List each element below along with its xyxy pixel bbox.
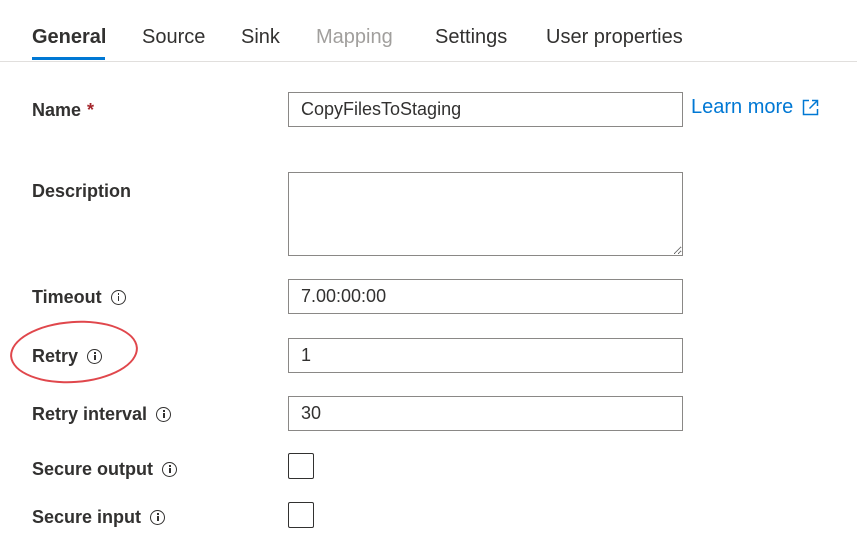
timeout-label-text: Timeout bbox=[32, 287, 102, 307]
name-input[interactable] bbox=[288, 92, 683, 127]
retry-interval-label: Retry interval bbox=[32, 402, 172, 426]
timeout-label: Timeout bbox=[32, 285, 126, 309]
name-label: Name * bbox=[32, 98, 94, 122]
name-label-text: Name bbox=[32, 100, 82, 120]
description-textarea[interactable] bbox=[288, 172, 683, 256]
required-marker: * bbox=[87, 100, 95, 120]
retry-label-text: Retry bbox=[32, 346, 79, 366]
active-tab-indicator bbox=[32, 57, 105, 60]
description-label-text: Description bbox=[32, 181, 132, 201]
tab-bar: General Source Sink Mapping Settings Use… bbox=[0, 0, 857, 62]
tab-mapping: Mapping bbox=[316, 26, 393, 48]
retry-interval-input[interactable] bbox=[288, 396, 683, 431]
info-icon[interactable] bbox=[162, 461, 178, 477]
info-icon[interactable] bbox=[150, 509, 166, 525]
tab-source[interactable]: Source bbox=[142, 24, 205, 50]
secure-output-checkbox[interactable] bbox=[288, 453, 314, 479]
secure-input-label-text: Secure input bbox=[32, 507, 142, 527]
external-link-icon bbox=[803, 99, 819, 115]
info-icon[interactable] bbox=[110, 289, 126, 305]
description-label: Description bbox=[32, 179, 131, 203]
learn-more-label: Learn more bbox=[691, 96, 794, 118]
retry-input[interactable] bbox=[288, 338, 683, 373]
info-icon[interactable] bbox=[156, 406, 172, 422]
secure-output-label-text: Secure output bbox=[32, 459, 154, 479]
tab-general[interactable]: General bbox=[32, 24, 106, 50]
info-icon[interactable] bbox=[87, 348, 103, 364]
tab-sink[interactable]: Sink bbox=[241, 24, 280, 50]
tab-settings[interactable]: Settings bbox=[435, 24, 507, 50]
tab-user-properties[interactable]: User properties bbox=[546, 24, 683, 50]
activity-properties-panel: General Source Sink Mapping Settings Use… bbox=[0, 0, 857, 555]
timeout-input[interactable] bbox=[288, 279, 683, 314]
retry-interval-label-text: Retry interval bbox=[32, 404, 148, 424]
secure-input-checkbox[interactable] bbox=[288, 502, 314, 528]
retry-label: Retry bbox=[32, 344, 103, 368]
secure-output-label: Secure output bbox=[32, 457, 178, 481]
learn-more-link[interactable]: Learn more bbox=[691, 94, 819, 120]
secure-input-label: Secure input bbox=[32, 505, 166, 529]
